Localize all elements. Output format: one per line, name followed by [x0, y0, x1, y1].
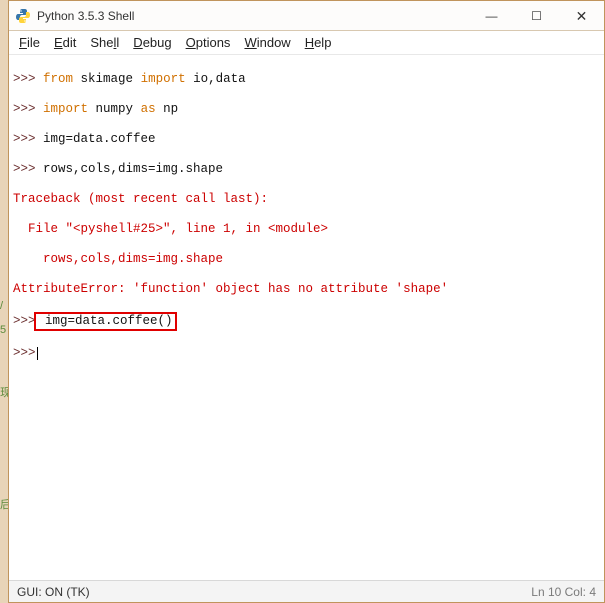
python-icon	[15, 8, 31, 24]
menu-debug[interactable]: Debug	[133, 35, 171, 50]
traceback-file: File "<pyshell#25>", line 1, in <module>	[13, 222, 328, 236]
app-window: Python 3.5.3 Shell — ☐ ✕ File Edit Shell…	[8, 0, 605, 603]
menu-window[interactable]: Window	[244, 35, 290, 50]
background-edge: /5现后	[0, 300, 8, 512]
status-cursor-pos: Ln 10 Col: 4	[531, 585, 596, 599]
highlighted-input: img=data.coffee()	[34, 312, 177, 331]
prompt: >>>	[13, 162, 36, 176]
prompt: >>>	[13, 346, 36, 360]
menu-help[interactable]: Help	[305, 35, 332, 50]
traceback-line: rows,cols,dims=img.shape	[13, 252, 223, 266]
prompt: >>>	[13, 102, 36, 116]
close-button[interactable]: ✕	[559, 1, 604, 31]
shell-editor[interactable]: >>> from skimage import io,data >>> impo…	[9, 55, 604, 580]
status-bar: GUI: ON (TK) Ln 10 Col: 4	[9, 580, 604, 602]
traceback-header: Traceback (most recent call last):	[13, 192, 268, 206]
window-title: Python 3.5.3 Shell	[37, 9, 134, 23]
title-bar[interactable]: Python 3.5.3 Shell — ☐ ✕	[9, 1, 604, 31]
menu-edit[interactable]: Edit	[54, 35, 76, 50]
window-controls: — ☐ ✕	[469, 1, 604, 31]
menu-bar: File Edit Shell Debug Options Window Hel…	[9, 31, 604, 55]
text-cursor	[37, 347, 38, 360]
menu-options[interactable]: Options	[186, 35, 231, 50]
prompt: >>>	[13, 132, 36, 146]
traceback-error: AttributeError: 'function' object has no…	[13, 282, 448, 296]
minimize-button[interactable]: —	[469, 1, 514, 31]
maximize-button[interactable]: ☐	[514, 1, 559, 31]
prompt: >>>	[13, 72, 36, 86]
menu-file[interactable]: File	[19, 35, 40, 50]
prompt: >>>	[13, 314, 36, 328]
status-left: GUI: ON (TK)	[17, 585, 90, 599]
menu-shell[interactable]: Shell	[90, 35, 119, 50]
